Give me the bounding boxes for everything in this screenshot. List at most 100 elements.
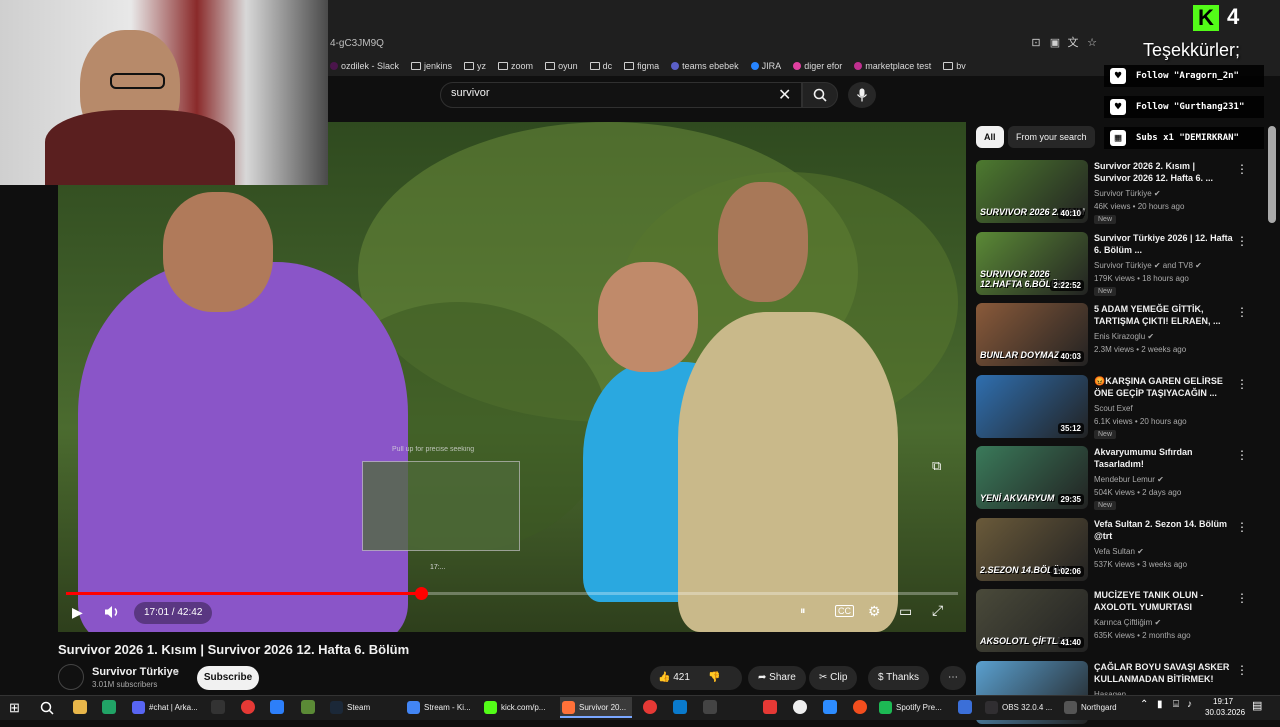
bookmark-item[interactable]: diger efor: [793, 61, 842, 71]
app-gray-icon[interactable]: [703, 700, 717, 714]
search-button[interactable]: [802, 82, 838, 108]
recommendation-thumbnail[interactable]: SURVIVOR 2026 12.HAFTA 6.BÖLÜM 2:22:52: [976, 231, 1088, 295]
recommendation-item[interactable]: 2.SEZON 14.BÖLÜM 1:02:06 Vefa Sultan 2. Se…: [976, 517, 1266, 584]
taskbar-app-button[interactable]: #chat | Arka...: [130, 697, 202, 718]
share-button[interactable]: ➦ Share: [748, 666, 806, 690]
taskbar-app-button[interactable]: Survivor 20...: [560, 697, 632, 718]
recommendation-title[interactable]: Survivor Türkiye 2026 | 12. Hafta 6. Böl…: [1094, 232, 1234, 256]
fullscreen-icon[interactable]: ⤢: [932, 602, 943, 619]
recommendation-item[interactable]: BUNLAR DOYMAZ 40:03 5 ADAM YEMEĞE GİTTİK, …: [976, 303, 1266, 369]
autoplay-toggle[interactable]: ⏸: [800, 605, 806, 618]
taskbar-app-button[interactable]: Steam: [328, 697, 394, 718]
miniplayer-icon[interactable]: ⧉: [932, 458, 941, 474]
bookmark-item[interactable]: teams ebebek: [671, 61, 739, 71]
chip-from-your-search[interactable]: From your search: [1008, 126, 1095, 148]
subscribe-button[interactable]: Subscribe: [197, 666, 259, 690]
volume-icon[interactable]: [104, 605, 122, 619]
bookmark-item[interactable]: jenkins: [411, 61, 452, 71]
recommendation-title[interactable]: 😡KARŞINA GAREN GELİRSE ÖNE GEÇİP TAŞIYAC…: [1094, 375, 1234, 399]
epic-games-icon[interactable]: [211, 700, 225, 714]
clip-button[interactable]: ✂ Clip: [809, 666, 858, 690]
recommendation-title[interactable]: ÇAĞLAR BOYU SAVAŞI ASKER KULLANMADAN BİT…: [1094, 661, 1234, 685]
captions-icon[interactable]: CC: [835, 605, 854, 617]
sidebar-scrollbar[interactable]: [1268, 126, 1276, 223]
more-options-icon[interactable]: ⋮: [1236, 448, 1248, 462]
recommendation-title[interactable]: Survivor 2026 2. Kısım | Survivor 2026 1…: [1094, 160, 1234, 184]
recommendation-channel[interactable]: Enis Kirazoglu ✔: [1094, 332, 1154, 341]
minecraft-icon[interactable]: [301, 700, 315, 714]
recommendation-thumbnail[interactable]: BUNLAR DOYMAZ 40:03: [976, 303, 1088, 366]
bookmark-item[interactable]: JIRA: [750, 61, 781, 71]
network-icon[interactable]: ⌸: [1173, 699, 1179, 710]
bookmark-star-icon[interactable]: ☆: [1085, 36, 1099, 50]
taskbar-app-button[interactable]: Northgard: [1062, 697, 1126, 718]
install-icon[interactable]: ⊡: [1029, 36, 1043, 50]
play-icon[interactable]: ▶: [72, 604, 83, 621]
recommendation-thumbnail[interactable]: SURVIVOR 2026 2.KISIM 40:10: [976, 160, 1088, 223]
bookmark-item[interactable]: yz: [464, 61, 486, 71]
bookmark-item[interactable]: dc: [589, 61, 612, 71]
recommendation-title[interactable]: 5 ADAM YEMEĞE GİTTİK, TARTIŞMA ÇIKTI! EL…: [1094, 303, 1234, 327]
app-media-icon[interactable]: [763, 700, 777, 714]
taskbar-app-button[interactable]: Stream - Ki...: [405, 697, 479, 718]
recommendation-item[interactable]: AKSOLOTL ÇİFTLEŞ 41:40 MUCİZEYE TANIK OLUN…: [976, 589, 1266, 655]
recommendation-thumbnail[interactable]: 35:12: [976, 374, 1088, 438]
file-explorer-icon[interactable]: [73, 700, 87, 714]
theater-mode-icon[interactable]: ▭: [899, 603, 912, 620]
postman-icon[interactable]: [853, 700, 867, 714]
more-options-icon[interactable]: ⋮: [1236, 162, 1248, 176]
recommendation-item[interactable]: SURVIVOR 2026 12.HAFTA 6.BÖLÜM 2:22:52 Sur…: [976, 231, 1266, 298]
recommendation-channel[interactable]: Survivor Türkiye ✔ and TV8 ✔: [1094, 261, 1202, 270]
recommendation-item[interactable]: YENİ AKVARYUM 29:35 Akvaryumumu Sıfırdan T…: [976, 446, 1266, 512]
search-box[interactable]: survivor: [440, 82, 802, 108]
search-input[interactable]: survivor: [451, 87, 490, 99]
translate-icon[interactable]: 文: [1066, 36, 1080, 50]
recommendation-channel[interactable]: Survivor Türkiye ✔: [1094, 189, 1161, 198]
taskbar-app-button[interactable]: kick.com/p...: [482, 697, 554, 718]
app-red-icon[interactable]: [241, 700, 255, 714]
channel-avatar[interactable]: [58, 664, 84, 690]
dislike-button[interactable]: 👎: [708, 666, 720, 690]
more-options-icon[interactable]: ⋮: [1236, 377, 1248, 391]
recommendation-channel[interactable]: Mendebur Lemur ✔: [1094, 475, 1164, 484]
recommendation-item[interactable]: 35:12 😡KARŞINA GAREN GELİRSE ÖNE GEÇİP TA…: [976, 374, 1266, 441]
recommendation-title[interactable]: Vefa Sultan 2. Sezon 14. Bölüm @trt: [1094, 518, 1234, 542]
like-button[interactable]: 👍 421: [658, 672, 690, 683]
recommendation-thumbnail[interactable]: 2.SEZON 14.BÖLÜM 1:02:06: [976, 517, 1088, 581]
app-blue-icon[interactable]: [270, 700, 284, 714]
video-player[interactable]: [58, 122, 966, 632]
more-options-icon[interactable]: ⋮: [1236, 305, 1248, 319]
settings-gear-icon[interactable]: ⚙: [868, 603, 881, 620]
recommendation-channel[interactable]: Karınca Çiftliğim ✔: [1094, 618, 1161, 627]
recommendation-thumbnail[interactable]: AKSOLOTL ÇİFTLEŞ 41:40: [976, 589, 1088, 652]
bookmark-item[interactable]: ozdilek - Slack: [330, 61, 399, 71]
taskbar-app-button[interactable]: OBS 32.0.4 ...: [983, 697, 1055, 718]
recommendation-title[interactable]: MUCİZEYE TANIK OLUN - AXOLOTL YUMURTASI: [1094, 589, 1234, 613]
opera-icon[interactable]: [643, 700, 657, 714]
bookmark-item[interactable]: bv: [943, 61, 966, 71]
windows-start-icon[interactable]: ⊞: [9, 700, 20, 716]
voice-search-button[interactable]: [848, 82, 876, 108]
recommendation-channel[interactable]: Scout Exef: [1094, 404, 1133, 413]
excel-icon[interactable]: [102, 700, 116, 714]
clear-search-icon[interactable]: ✕: [778, 85, 791, 105]
bookmark-item[interactable]: zoom: [498, 61, 533, 71]
zoom-icon[interactable]: [823, 700, 837, 714]
thanks-button[interactable]: $ Thanks: [868, 666, 929, 690]
tray-chevron-icon[interactable]: ⌃: [1140, 699, 1148, 710]
volume-tray-icon[interactable]: ♪: [1187, 699, 1192, 710]
channel-name[interactable]: Survivor Türkiye: [92, 666, 179, 678]
recommendation-channel[interactable]: Vefa Sultan ✔: [1094, 547, 1144, 556]
recommendation-title[interactable]: Akvaryumumu Sıfırdan Tasarladım!: [1094, 446, 1234, 470]
taskbar-search-icon[interactable]: [40, 701, 54, 715]
vscode-icon[interactable]: [673, 700, 687, 714]
chip-all[interactable]: All: [976, 126, 1004, 148]
slack-icon[interactable]: [793, 700, 807, 714]
app-a-icon[interactable]: [958, 700, 972, 714]
more-options-icon[interactable]: ⋮: [1236, 591, 1248, 605]
more-options-icon[interactable]: ⋮: [1236, 663, 1248, 677]
notifications-icon[interactable]: ▤: [1252, 699, 1262, 712]
recommendation-thumbnail[interactable]: YENİ AKVARYUM 29:35: [976, 446, 1088, 509]
recommendation-item[interactable]: SURVIVOR 2026 2.KISIM 40:10 Survivor 2026 …: [976, 160, 1266, 226]
bookmark-item[interactable]: figma: [624, 61, 659, 71]
